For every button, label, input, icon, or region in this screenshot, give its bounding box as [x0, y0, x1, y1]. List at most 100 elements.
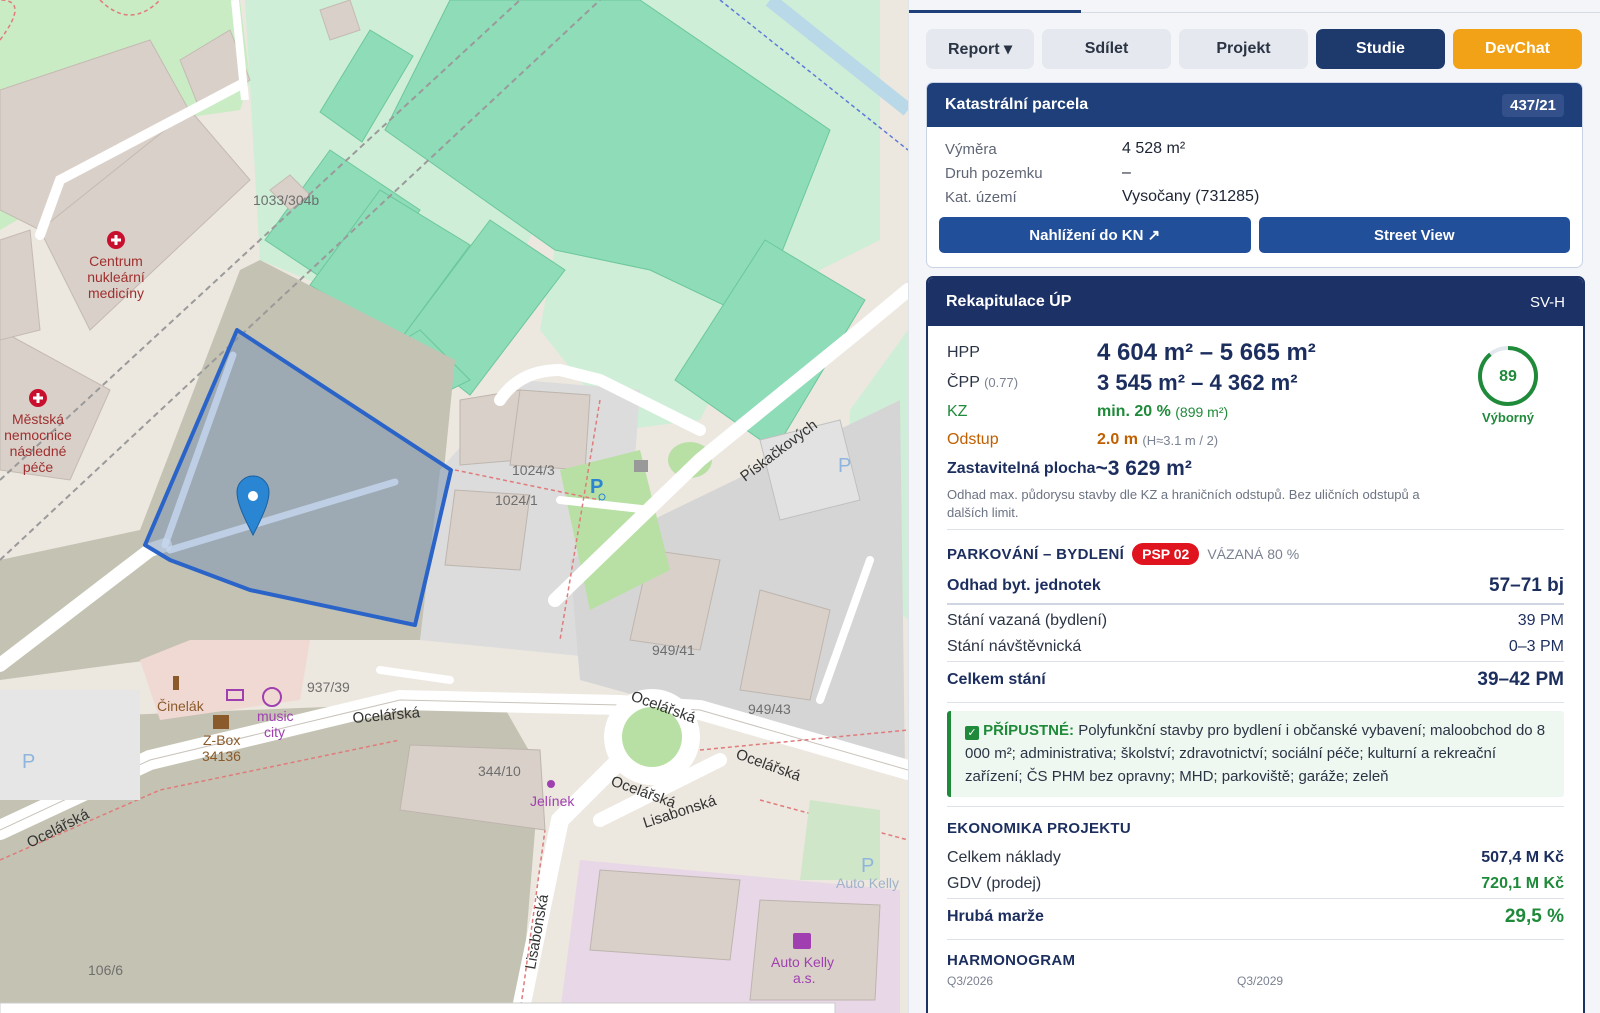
- margin-value: 29,5 %: [1504, 906, 1564, 927]
- parking-badge: PSP 02: [1132, 543, 1200, 565]
- allowed-title: PŘÍPUSTNÉ:: [983, 722, 1075, 739]
- package-icon: [213, 715, 229, 729]
- shop-icon: [793, 933, 811, 949]
- parcel-card: Katastrální parcela 437/21 Výměra 4 528 m…: [926, 82, 1583, 268]
- toolbar: Report ▾ Sdílet Projekt Studie DevChat: [926, 29, 1582, 69]
- parking-icon: P: [838, 455, 851, 477]
- map-label: nemocnice: [4, 427, 72, 443]
- report-button[interactable]: Report ▾: [926, 29, 1034, 69]
- cost-row: Celkem náklady 507,4 M Kč: [947, 845, 1564, 871]
- map-label: 106/6: [88, 962, 123, 978]
- street-view-button[interactable]: Street View: [1258, 217, 1570, 253]
- hospital-icon: [107, 231, 125, 249]
- map-label: Jelínek: [530, 793, 575, 809]
- map-label: 937/39: [307, 679, 350, 695]
- score-label: Výborný: [1481, 410, 1534, 425]
- map-view[interactable]: P 1033/304b 1024/3 1024/1 949/41 949/43 …: [0, 0, 908, 1013]
- schedule-start: Q3/2026: [947, 974, 994, 988]
- map-label: 1024/3: [512, 462, 555, 478]
- map-label: 1024/1: [495, 492, 538, 508]
- schedule-end: Q3/2029: [1237, 974, 1284, 988]
- map-label: 34136: [202, 748, 241, 764]
- shelter-icon: [634, 460, 648, 472]
- recap-card-title: Rekapitulace ÚP: [946, 293, 1072, 310]
- allowed-use-box: ✓ PŘÍPUSTNÉ: Polyfunkční stavby pro bydl…: [947, 711, 1564, 797]
- parcel-card-header: Katastrální parcela 437/21: [927, 83, 1582, 127]
- map-label: a.s.: [793, 970, 816, 986]
- parking-total-row: Celkem stání 39–42 PM: [947, 664, 1564, 696]
- odstup-label: Odstup: [947, 431, 999, 448]
- parking-bicycle-icon: P: [590, 476, 606, 501]
- checkbox-icon: ✓: [965, 726, 979, 740]
- econ-header: EKONOMIKA PROJEKTU: [947, 816, 1564, 840]
- map-canvas[interactable]: P 1033/304b 1024/3 1024/1 949/41 949/43 …: [0, 0, 908, 1013]
- map-label: Z-Box: [203, 732, 240, 748]
- parcel-row-value: –: [1122, 164, 1131, 181]
- parking-total-value: 39–42 PM: [1477, 669, 1564, 690]
- cpp-note: (0.77): [984, 375, 1019, 390]
- study-button[interactable]: Studie: [1316, 29, 1445, 69]
- map-label: Centrum: [89, 253, 143, 269]
- parcel-row-label: Druh pozemku: [945, 164, 1043, 182]
- cadastre-view-button[interactable]: Nahlížení do KN ↗: [939, 217, 1251, 253]
- tab-strip: [909, 0, 1600, 13]
- side-panel: Report ▾ Sdílet Projekt Studie DevChat K…: [908, 0, 1600, 1013]
- score-value: 89: [1499, 368, 1517, 385]
- hospital-icon: [29, 389, 47, 407]
- poi-dot-icon: [547, 780, 555, 788]
- building: [589, 869, 741, 961]
- parcel-row-value: Vysočany (731285): [1122, 188, 1260, 205]
- map-label: 1033/304b: [253, 192, 319, 208]
- parking-total-label: Celkem stání: [947, 671, 1046, 688]
- schedule-title: HARMONOGRAM: [947, 951, 1076, 969]
- buildable-row: Zastavitelná plocha ~3 629 m²: [947, 454, 1564, 484]
- cost-value: 507,4 M Kč: [1481, 849, 1564, 866]
- margin-label: Hrubá marže: [947, 908, 1044, 925]
- parking-bound-row: Stání vazaná (bydlení) 39 PM: [947, 608, 1564, 634]
- map-label: Auto Kelly: [771, 954, 834, 970]
- map-label: medicíny: [88, 285, 144, 301]
- cpp-label: ČPP: [947, 374, 980, 391]
- parcel-row: Druh pozemku –: [927, 161, 1582, 185]
- parcel-row-label: Kat. území: [945, 188, 1017, 206]
- map-label: nukleární: [87, 269, 145, 285]
- cpp-row: ČPP (0.77) 3 545 m² – 4 362 m²: [947, 368, 1564, 398]
- parking-title: PARKOVÁNÍ – BYDLENÍ: [947, 545, 1125, 563]
- parking-icon: P: [22, 751, 35, 773]
- hpp-label: HPP: [947, 344, 980, 361]
- parcel-row: Kat. území Vysočany (731285): [927, 185, 1582, 209]
- parcel-number-badge: 437/21: [1502, 93, 1564, 117]
- parking-bound: VÁZANÁ 80 %: [1207, 546, 1300, 562]
- buildable-value: ~3 629 m²: [1095, 457, 1192, 480]
- units-row: Odhad byt. jednotek 57–71 bj: [947, 571, 1564, 601]
- kz-value: min. 20 %: [1097, 403, 1171, 420]
- share-button[interactable]: Sdílet: [1042, 29, 1171, 69]
- map-bottom-bar[interactable]: [0, 1002, 836, 1013]
- odstup-value: 2.0 m: [1097, 431, 1138, 448]
- building: [509, 389, 591, 471]
- parking-visitor-row: Stání návštěvnická 0–3 PM: [947, 634, 1564, 660]
- map-label: 949/43: [748, 701, 791, 717]
- map-label: následné: [10, 443, 67, 459]
- map-label: 344/10: [478, 763, 521, 779]
- kz-label: KZ: [947, 403, 968, 420]
- active-tab-indicator: [909, 10, 1081, 13]
- odstup-note: (H≈3.1 m / 2): [1142, 432, 1219, 448]
- kz-note: (899 m²): [1175, 404, 1229, 420]
- parcel-row-value: 4 528 m²: [1122, 140, 1186, 157]
- hpp-row: HPP 4 604 m² – 5 665 m²: [947, 338, 1564, 368]
- schedule-row: Q3/2026 Q3/2029: [947, 972, 1564, 990]
- project-button[interactable]: Projekt: [1179, 29, 1308, 69]
- buildable-note: Odhad max. půdorysu stavby dle KZ a hran…: [947, 487, 1420, 520]
- cpp-value: 3 545 m² – 4 362 m²: [1097, 370, 1298, 395]
- gdv-value: 720,1 M Kč: [1481, 875, 1564, 892]
- odstup-row: Odstup 2.0 m (H≈3.1 m / 2): [947, 426, 1564, 454]
- parking-visitor-value: 0–3 PM: [1508, 638, 1564, 655]
- map-label: Městská: [12, 411, 64, 427]
- recap-card-header: Rekapitulace ÚP SV-H: [928, 278, 1583, 326]
- parking-icon: P: [861, 855, 874, 877]
- zoning-code: SV-H: [1529, 293, 1565, 311]
- devchat-button[interactable]: DevChat: [1453, 29, 1582, 69]
- parcel-card-title: Katastrální parcela: [945, 96, 1089, 113]
- parking-bound-value: 39 PM: [1517, 612, 1564, 629]
